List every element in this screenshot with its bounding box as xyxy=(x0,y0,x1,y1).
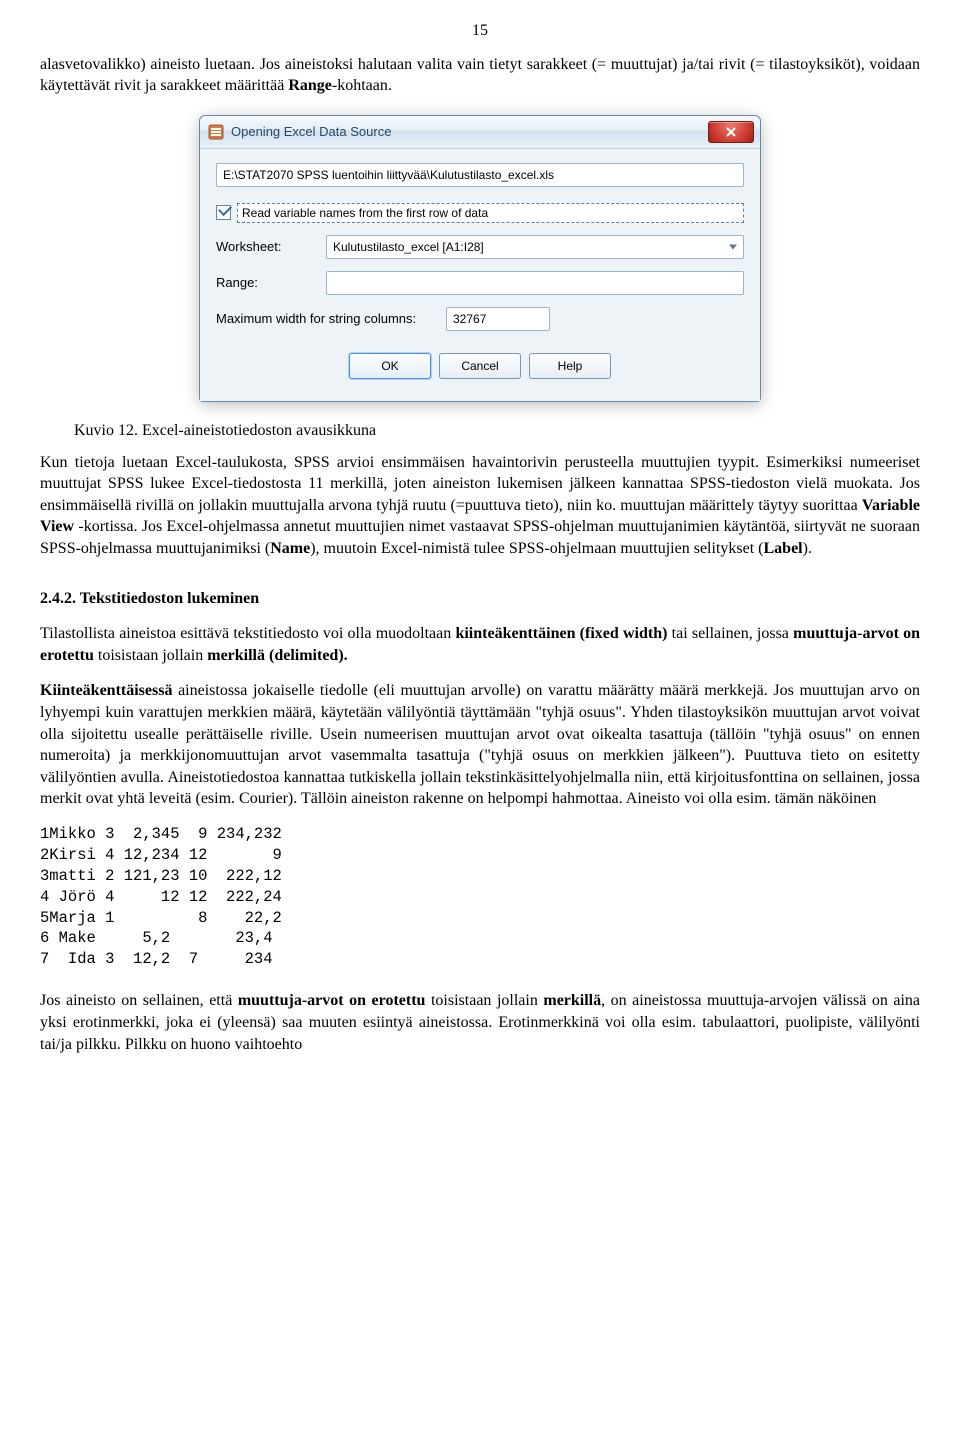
app-icon xyxy=(208,124,224,140)
paragraph-fixed-width: Kiinteäkenttäisessä aineistossa jokaisel… xyxy=(40,680,920,810)
range-label: Range: xyxy=(216,274,326,292)
paragraph-after-dialog: Kun tietoja luetaan Excel-taulukosta, SP… xyxy=(40,452,920,560)
read-first-row-checkbox[interactable] xyxy=(216,205,231,220)
titlebar: Opening Excel Data Source xyxy=(200,116,760,149)
paragraph-textfile-intro: Tilastollista aineistoa esittävä tekstit… xyxy=(40,623,920,666)
name-bold: Name xyxy=(270,540,310,557)
worksheet-select[interactable]: Kulutustilasto_excel [A1:I28] xyxy=(326,235,744,259)
read-names-row: Read variable names from the first row o… xyxy=(216,203,744,223)
maxwidth-value: 32767 xyxy=(453,311,486,327)
page-number: 15 xyxy=(40,20,920,42)
dialog-title: Opening Excel Data Source xyxy=(231,123,708,141)
ok-button[interactable]: OK xyxy=(349,353,431,379)
cancel-button[interactable]: Cancel xyxy=(439,353,521,379)
delimited-mark-bold: merkillä (delimited). xyxy=(207,647,347,664)
worksheet-value: Kulutustilasto_excel [A1:I28] xyxy=(333,239,484,255)
chevron-down-icon xyxy=(729,244,737,249)
maxwidth-row: Maximum width for string columns: 32767 xyxy=(216,307,744,331)
text: ). xyxy=(803,540,812,557)
worksheet-row: Worksheet: Kulutustilasto_excel [A1:I28] xyxy=(216,235,744,259)
read-first-row-label: Read variable names from the first row o… xyxy=(237,203,744,223)
worksheet-label: Worksheet: xyxy=(216,238,326,256)
close-button[interactable] xyxy=(708,121,754,143)
range-row: Range: xyxy=(216,271,744,295)
file-path-field: E:\STAT2070 SPSS luentoihin liittyvää\Ku… xyxy=(216,163,744,187)
text: toisistaan jollain xyxy=(425,992,543,1009)
text: Kun tietoja luetaan Excel-taulukosta, SP… xyxy=(40,454,920,514)
paragraph-intro: alasvetovalikko) aineisto luetaan. Jos a… xyxy=(40,54,920,97)
maxwidth-input[interactable]: 32767 xyxy=(446,307,550,331)
fixed-field-bold: Kiinteäkenttäisessä xyxy=(40,682,172,699)
text: Tilastollista aineistoa esittävä tekstit… xyxy=(40,625,455,642)
mark-bold: merkillä xyxy=(543,992,601,1009)
close-icon xyxy=(725,127,737,137)
button-row: OK Cancel Help xyxy=(216,343,744,393)
file-path-text: E:\STAT2070 SPSS luentoihin liittyvää\Ku… xyxy=(223,167,554,183)
dialog-body: E:\STAT2070 SPSS luentoihin liittyvää\Ku… xyxy=(200,149,760,401)
range-keyword: Range xyxy=(288,77,332,94)
text: toisistaan jollain xyxy=(94,647,207,664)
text: -kohtaan. xyxy=(332,77,392,94)
section-heading: 2.4.2. Tekstitiedoston lukeminen xyxy=(40,588,920,610)
text: tai sellainen, jossa xyxy=(667,625,793,642)
text: aineistossa jokaiselle tiedolle (eli muu… xyxy=(40,682,920,807)
text: alasvetovalikko) aineisto luetaan. Jos a… xyxy=(40,56,920,95)
vals-separated-bold: muuttuja-arvot on erotettu xyxy=(238,992,426,1009)
figure-caption: Kuvio 12. Excel-aineistotiedoston avausi… xyxy=(74,420,920,442)
text: Jos aineisto on sellainen, että xyxy=(40,992,238,1009)
text: ), muutoin Excel-nimistä tulee SPSS-ohje… xyxy=(310,540,763,557)
range-input[interactable] xyxy=(326,271,744,295)
help-button[interactable]: Help xyxy=(529,353,611,379)
paragraph-delimited: Jos aineisto on sellainen, että muuttuja… xyxy=(40,990,920,1055)
maxwidth-label: Maximum width for string columns: xyxy=(216,310,446,328)
fixed-width-bold: kiinteäkenttäinen (fixed width) xyxy=(455,625,667,642)
open-excel-dialog: Opening Excel Data Source E:\STAT2070 SP… xyxy=(199,115,761,402)
document-page: 15 alasvetovalikko) aineisto luetaan. Jo… xyxy=(0,0,960,1109)
fixed-width-sample: 1Mikko 3 2,345 9 234,232 2Kirsi 4 12,234… xyxy=(40,824,920,970)
label-bold: Label xyxy=(764,540,803,557)
